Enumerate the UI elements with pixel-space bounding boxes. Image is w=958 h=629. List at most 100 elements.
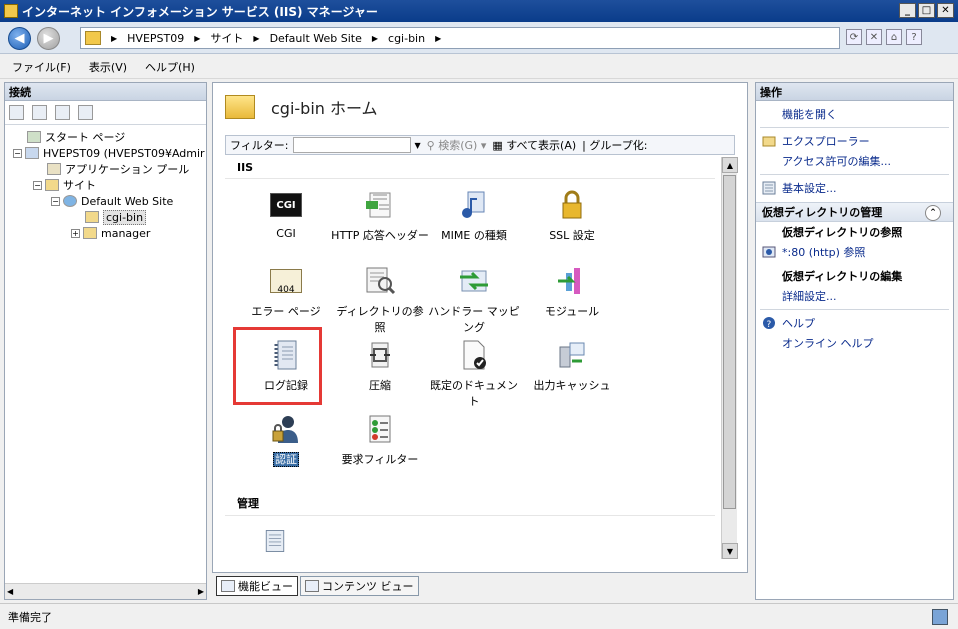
http-headers-icon <box>366 192 391 218</box>
disconnect-icon[interactable] <box>78 105 93 120</box>
search-button[interactable]: ⚲ 検索(G) ▾ <box>427 137 487 153</box>
menu-bar: ファイル(F) 表示(V) ヘルプ(H) <box>0 55 958 79</box>
minimize-button[interactable]: _ <box>899 3 916 18</box>
globe-icon <box>63 195 77 207</box>
stop-icon[interactable]: ✕ <box>866 29 882 45</box>
vertical-scrollbar[interactable]: ▲ ▼ <box>721 157 738 559</box>
maximize-button[interactable]: □ <box>918 3 935 18</box>
horizontal-scrollbar[interactable]: ◀ ▶ <box>5 583 206 599</box>
modules-icon <box>558 268 580 294</box>
expand-icon[interactable]: + <box>71 228 80 238</box>
breadcrumb-next-arrow[interactable]: ▶ <box>435 34 441 43</box>
menu-help[interactable]: ヘルプ(H) <box>145 59 195 75</box>
feature-request-filtering[interactable]: 要求フィルター <box>331 413 429 467</box>
action-online-help[interactable]: オンライン ヘルプ <box>756 333 953 353</box>
scroll-thumb[interactable] <box>723 175 736 509</box>
action-help[interactable]: ? ヘルプ <box>756 313 953 333</box>
tree-manager[interactable]: + manager <box>5 225 206 241</box>
menu-view[interactable]: 表示(V) <box>89 59 127 75</box>
tree-app-pools[interactable]: アプリケーション プール <box>5 161 206 177</box>
view-tabs: 機能ビュー コンテンツ ビュー <box>216 576 419 596</box>
action-explore[interactable]: エクスプローラー <box>756 131 953 151</box>
tree-start-page[interactable]: スタート ページ <box>5 129 206 145</box>
feature-directory-browsing[interactable]: ディレクトリの参照 <box>331 265 429 335</box>
status-text: 準備完了 <box>8 610 52 624</box>
request-filtering-icon <box>369 415 391 443</box>
action-advanced-settings[interactable]: 詳細設定... <box>756 286 953 306</box>
heading-vdir-edit: 仮想ディレクトリの編集 <box>782 270 903 283</box>
action-edit-permissions[interactable]: アクセス許可の編集... <box>756 151 953 171</box>
tab-content-view[interactable]: コンテンツ ビュー <box>300 576 419 596</box>
refresh-icon[interactable]: ⟳ <box>846 29 862 45</box>
address-bar[interactable]: ▶ HVEPST09 ▶ サイト ▶ Default Web Site ▶ cgi-bi… <box>80 27 840 49</box>
connections-header: 接続 <box>5 83 206 101</box>
window-titlebar: インターネット インフォメーション サービス (IIS) マネージャー _ □ … <box>0 0 958 22</box>
feature-modules[interactable]: モジュール <box>523 265 621 319</box>
feature-view-pane: cgi-bin ホーム フィルター: ▼ ⚲ 検索(G) ▾ ▦ すべて表示(A… <box>212 82 748 573</box>
home-icon[interactable]: ⌂ <box>886 29 902 45</box>
collapse-icon[interactable]: − <box>51 196 60 206</box>
feature-http-response-headers[interactable]: HTTP 応答ヘッダー <box>331 189 429 243</box>
actions-header: 操作 <box>756 83 953 101</box>
heading-vdir-browse: 仮想ディレクトリの参照 <box>782 226 903 239</box>
feature-mime-types[interactable]: MIME の種類 <box>425 189 523 243</box>
status-bar: 準備完了 <box>0 603 958 629</box>
feature-ssl-settings[interactable]: SSL 設定 <box>523 189 621 243</box>
connection-status-icon <box>932 609 948 625</box>
tree-cgi-bin[interactable]: cgi-bin <box>5 209 206 225</box>
browse-icon <box>762 246 776 258</box>
save-icon[interactable] <box>32 105 47 120</box>
mime-types-icon <box>462 191 485 218</box>
configuration-editor-icon[interactable] <box>261 527 289 555</box>
back-button[interactable]: ◀ <box>8 27 31 50</box>
up-icon[interactable] <box>55 105 70 120</box>
group-header-management: 管理 <box>225 491 715 516</box>
highlight-box <box>233 327 322 405</box>
breadcrumb-server[interactable]: HVEPST09 <box>127 32 184 45</box>
scroll-up-arrow[interactable]: ▲ <box>722 157 738 173</box>
connect-icon[interactable] <box>9 105 24 120</box>
content-view-icon <box>305 580 319 592</box>
action-basic-settings[interactable]: 基本設定... <box>756 178 953 198</box>
feature-compression[interactable]: 圧縮 <box>331 339 429 393</box>
feature-output-caching[interactable]: 出力キャッシュ <box>523 339 621 393</box>
collapse-up-icon[interactable]: ⌃ <box>925 205 941 221</box>
breadcrumb-cgibin[interactable]: cgi-bin <box>388 32 425 45</box>
features-view-icon <box>221 580 235 592</box>
close-button[interactable]: ✕ <box>937 3 954 18</box>
output-caching-icon <box>559 342 585 368</box>
feature-default-document[interactable]: 既定のドキュメント <box>425 339 523 409</box>
connections-tree: スタート ページ − HVEPST09 (HVEPST09¥Admir アプリケー… <box>5 125 206 241</box>
action-browse-80[interactable]: *:80 (http) 参照 <box>756 242 953 262</box>
tree-sites[interactable]: − サイト <box>5 177 206 193</box>
error-page-icon: 404 <box>270 269 302 295</box>
help-icon: ? <box>763 317 775 330</box>
filter-label: フィルター: <box>230 139 289 152</box>
feature-authentication[interactable]: 認証 <box>237 413 335 467</box>
feature-error-pages[interactable]: 404 エラー ページ <box>237 265 335 319</box>
scroll-down-arrow[interactable]: ▼ <box>722 543 738 559</box>
collapse-icon[interactable]: − <box>13 148 22 158</box>
forward-button[interactable]: ▶ <box>37 27 60 50</box>
show-all-button[interactable]: ▦ すべて表示(A) <box>492 137 576 153</box>
chevron-down-icon[interactable]: ▼ <box>415 141 421 150</box>
compression-icon <box>370 342 390 368</box>
group-header-iis: IIS <box>225 157 715 179</box>
tree-server[interactable]: − HVEPST09 (HVEPST09¥Admir <box>5 145 206 161</box>
collapse-icon[interactable]: − <box>33 180 42 190</box>
section-vdir-manage: 仮想ディレクトリの管理 ⌃ <box>756 202 953 222</box>
tab-features-view[interactable]: 機能ビュー <box>216 576 298 596</box>
folder-icon <box>83 227 97 239</box>
breadcrumb-sites[interactable]: サイト <box>210 30 243 46</box>
help-icon[interactable]: ? <box>906 29 922 45</box>
breadcrumb-site[interactable]: Default Web Site <box>270 32 362 45</box>
tree-default-web-site[interactable]: − Default Web Site <box>5 193 206 209</box>
server-icon <box>25 147 39 159</box>
lock-icon <box>562 190 582 219</box>
filter-input[interactable] <box>292 137 411 153</box>
menu-file[interactable]: ファイル(F) <box>12 59 71 75</box>
feature-cgi[interactable]: CGI CGI <box>237 189 335 240</box>
group-by-label[interactable]: | グループ化: <box>582 137 647 153</box>
feature-handler-mappings[interactable]: ハンドラー マッピング <box>425 265 523 335</box>
action-open-feature[interactable]: 機能を開く <box>756 104 953 124</box>
